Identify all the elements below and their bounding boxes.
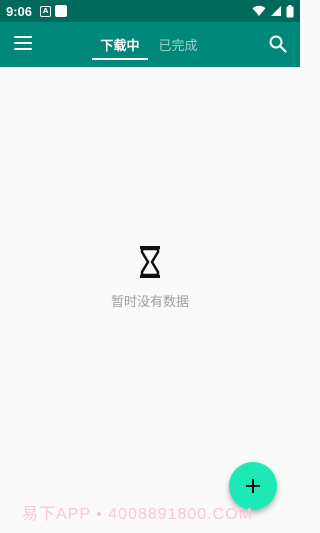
tab-bar: 下载中 已完成	[90, 22, 206, 67]
status-notification-icons: A	[40, 5, 68, 17]
tab-downloading[interactable]: 下载中	[90, 22, 150, 67]
menu-icon[interactable]	[14, 36, 32, 50]
plus-icon	[246, 479, 260, 493]
wifi-icon	[252, 5, 266, 17]
app-bar: 下载中 已完成	[0, 22, 300, 67]
search-icon[interactable]	[268, 34, 288, 54]
watermark: 易下APP • 4008891800.COM	[22, 506, 253, 523]
hourglass-icon	[140, 246, 160, 278]
signal-icon	[271, 6, 281, 16]
empty-state: 暂时没有数据	[0, 245, 300, 310]
status-time: 9:06	[6, 3, 33, 19]
status-system-icons	[252, 4, 294, 18]
notification-a-icon: A	[40, 5, 52, 17]
notification-square-icon	[55, 5, 68, 17]
tab-completed[interactable]: 已完成	[150, 22, 206, 67]
battery-icon	[286, 4, 294, 17]
status-bar: 9:06 A	[0, 0, 300, 22]
empty-state-message: 暂时没有数据	[110, 295, 189, 310]
